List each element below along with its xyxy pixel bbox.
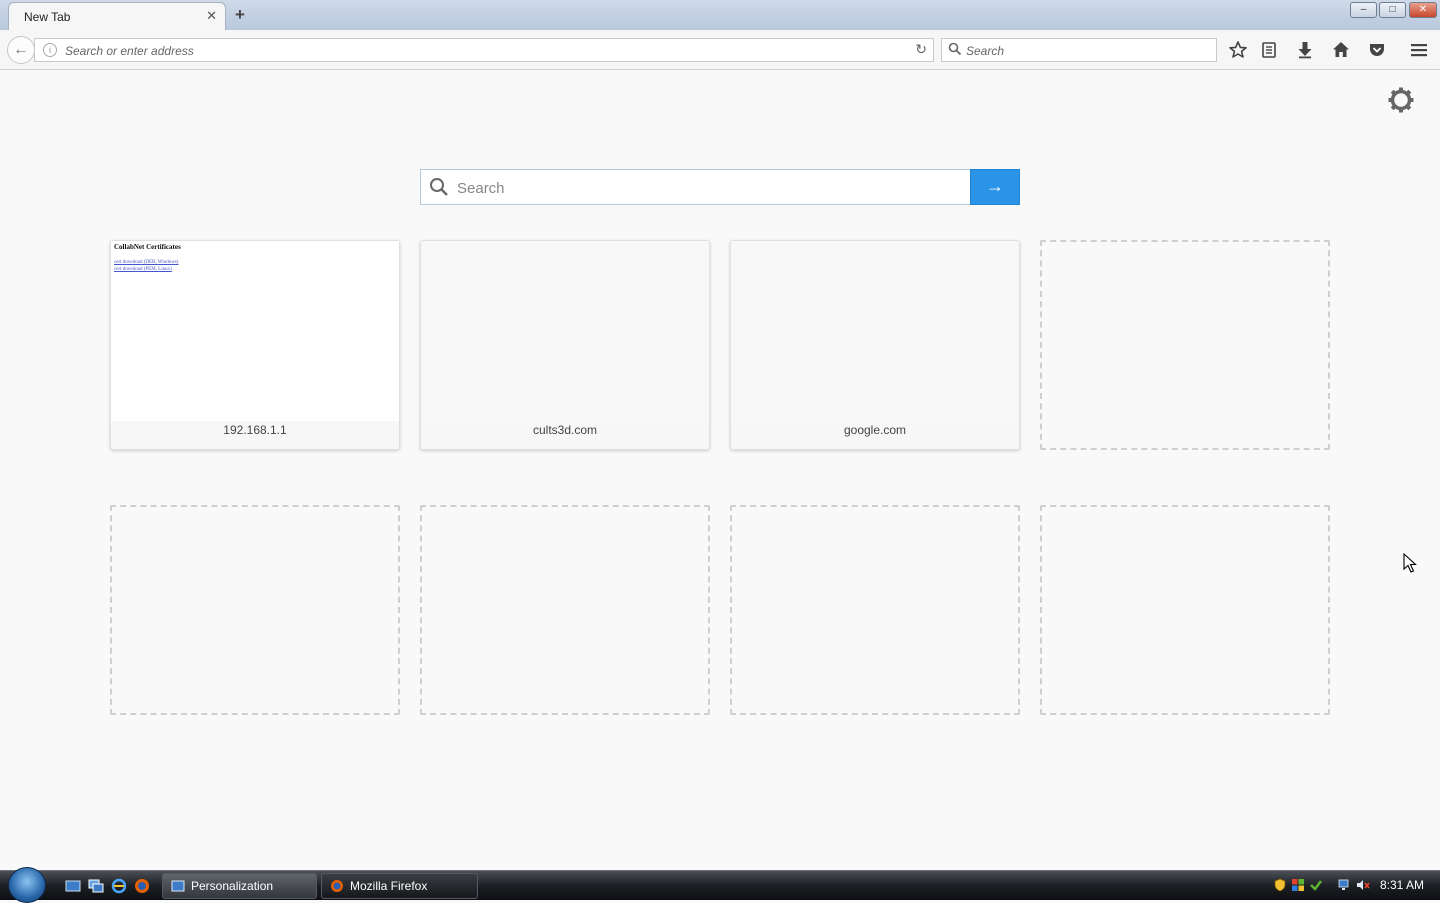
taskbar-item-firefox[interactable]: Mozilla Firefox [321, 873, 478, 899]
volume-muted-icon[interactable] [1356, 878, 1370, 892]
new-tab-button[interactable]: + [235, 5, 245, 25]
taskbar: Personalization Mozilla Firefox 8:31 AM [0, 867, 1440, 903]
url-input[interactable] [63, 41, 897, 61]
window-close-button[interactable]: ✕ [1409, 2, 1437, 18]
back-icon[interactable]: ← [7, 36, 35, 64]
info-icon[interactable]: i [43, 43, 57, 57]
top-site-tile[interactable]: cults3d.com [420, 240, 710, 450]
tile-title: cults3d.com [532, 423, 598, 437]
firefox-icon [331, 880, 343, 892]
home-icon[interactable] [1331, 40, 1351, 60]
title-bar: New Tab ✕ + – □ ✕ [0, 0, 1440, 30]
network-icon[interactable] [1338, 878, 1352, 892]
top-site-tile[interactable]: CollabNet Certificates cert download (DE… [110, 240, 400, 450]
tab-label: New Tab [24, 10, 71, 24]
top-site-tile[interactable]: google.com [730, 240, 1020, 450]
tile-thumbnail: CollabNet Certificates cert download (DE… [111, 241, 399, 421]
personalization-icon [171, 880, 185, 892]
gear-icon[interactable] [1388, 87, 1414, 113]
reload-icon[interactable]: ↻ [915, 41, 927, 58]
firefox-icon[interactable] [134, 878, 150, 894]
checkmark-icon[interactable] [1309, 878, 1323, 892]
search-input[interactable] [964, 41, 1208, 61]
thumbnail-heading: CollabNet Certificates [114, 243, 181, 251]
empty-tile-placeholder [110, 505, 400, 715]
window-maximize-button[interactable]: □ [1379, 2, 1406, 18]
content-search-input[interactable] [455, 176, 959, 200]
empty-tile-placeholder [730, 505, 1020, 715]
navigation-toolbar: ← i ↻ [0, 30, 1440, 70]
download-icon[interactable] [1295, 40, 1315, 60]
tile-title: 192.168.1.1 [223, 423, 287, 437]
windows-start-icon[interactable] [8, 867, 46, 903]
thumbnail-link: cert download (PEM, Linux) [114, 267, 172, 272]
tab-new-tab[interactable]: New Tab ✕ [8, 2, 226, 30]
window-minimize-button[interactable]: – [1350, 2, 1377, 18]
thumbnail-link: cert download (DER, Windows) [114, 260, 179, 265]
empty-tile-placeholder [1040, 505, 1330, 715]
desktop-icon[interactable] [65, 878, 81, 894]
ie-icon[interactable] [111, 878, 127, 894]
security-shield-icon[interactable] [1273, 878, 1287, 892]
taskbar-item-label: Mozilla Firefox [350, 879, 428, 893]
reading-list-icon[interactable] [1259, 40, 1279, 60]
tile-thumbnail [421, 241, 709, 421]
url-bar[interactable]: i ↻ [34, 38, 934, 62]
taskbar-item-personalization[interactable]: Personalization [162, 873, 317, 899]
switch-windows-icon[interactable] [88, 878, 104, 894]
bookmark-star-icon[interactable] [1228, 40, 1248, 60]
search-icon [948, 42, 962, 56]
search-bar[interactable] [941, 38, 1217, 62]
system-clock[interactable]: 8:31 AM [1380, 878, 1424, 892]
hamburger-menu-icon[interactable] [1409, 40, 1429, 60]
windows-flag-icon[interactable] [1291, 878, 1305, 892]
taskbar-item-label: Personalization [191, 879, 274, 893]
mouse-cursor-icon [1403, 553, 1417, 573]
tile-thumbnail [731, 241, 1019, 421]
tile-title: google.com [843, 423, 907, 437]
content-search-box[interactable] [420, 169, 971, 205]
empty-tile-placeholder [1040, 240, 1330, 450]
tab-close-icon[interactable]: ✕ [206, 8, 217, 24]
pocket-icon[interactable] [1367, 40, 1387, 60]
empty-tile-placeholder [420, 505, 710, 715]
search-icon [430, 178, 448, 196]
search-submit-button[interactable]: → [970, 169, 1020, 205]
